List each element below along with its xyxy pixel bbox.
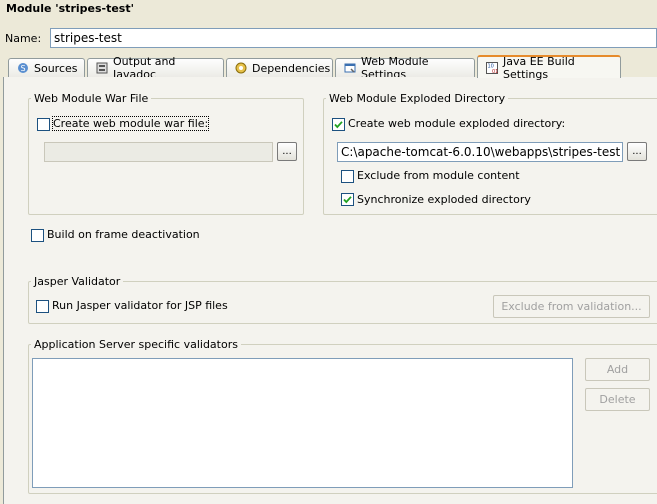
tab-label: Java EE Build Settings <box>503 54 575 81</box>
tab-label: Sources <box>34 61 78 75</box>
delete-validator-button[interactable]: Delete <box>585 388 650 411</box>
create-war-label: Create web module war file: <box>51 116 210 131</box>
create-exploded-label: Create web module exploded directory: <box>348 117 566 130</box>
output-icon <box>96 62 108 74</box>
exploded-directory-group-title: Web Module Exploded Directory <box>326 92 509 105</box>
validators-list[interactable] <box>32 358 573 488</box>
check-mark-icon <box>334 121 343 129</box>
war-path-input[interactable] <box>44 142 273 162</box>
name-label: Name: <box>5 32 42 45</box>
tab-java-ee-build-settings[interactable]: 10 01 Java EE Build Settings <box>477 54 621 81</box>
tab-sources[interactable]: S Sources <box>8 58 85 77</box>
create-war-checkbox[interactable] <box>37 118 50 131</box>
exploded-browse-button[interactable]: ... <box>627 142 647 161</box>
war-file-group-title: Web Module War File <box>31 92 152 105</box>
check-mark-icon <box>343 196 352 204</box>
tab-label: Dependencies <box>252 61 331 75</box>
app-server-validators-group-title: Application Server specific validators <box>31 338 241 351</box>
war-browse-button[interactable]: ... <box>277 142 297 161</box>
exclude-module-content-label: Exclude from module content <box>357 169 520 182</box>
exclude-module-content-checkbox[interactable] <box>341 170 354 183</box>
create-exploded-checkbox[interactable] <box>332 118 345 131</box>
tab-dependencies[interactable]: Dependencies <box>226 58 333 77</box>
window-title: Module 'stripes-test' <box>6 2 134 15</box>
synchronize-exploded-label: Synchronize exploded directory <box>357 193 531 206</box>
dependencies-icon <box>235 62 247 74</box>
svg-text:01: 01 <box>492 69 498 74</box>
build-on-frame-label: Build on frame deactivation <box>47 228 200 241</box>
svg-text:S: S <box>20 64 25 73</box>
synchronize-exploded-checkbox[interactable] <box>341 193 354 206</box>
tab-web-module-settings[interactable]: Web Module Settings <box>335 55 475 81</box>
build-settings-icon: 10 01 <box>486 61 498 75</box>
folder-icon: S <box>17 62 29 74</box>
build-on-frame-checkbox[interactable] <box>31 229 44 242</box>
tab-output-javadoc[interactable]: Output and Javadoc <box>87 55 224 81</box>
name-input[interactable]: stripes-test <box>50 28 657 48</box>
add-validator-button[interactable]: Add <box>585 358 650 381</box>
exploded-path-input[interactable]: C:\apache-tomcat-6.0.10\webapps\stripes-… <box>337 142 623 162</box>
run-jasper-label: Run Jasper validator for JSP files <box>52 299 228 312</box>
jasper-validator-group-title: Jasper Validator <box>31 275 124 288</box>
run-jasper-checkbox[interactable] <box>36 300 49 313</box>
web-module-icon <box>344 62 356 74</box>
exclude-from-validation-button[interactable]: Exclude from validation... <box>493 295 650 318</box>
